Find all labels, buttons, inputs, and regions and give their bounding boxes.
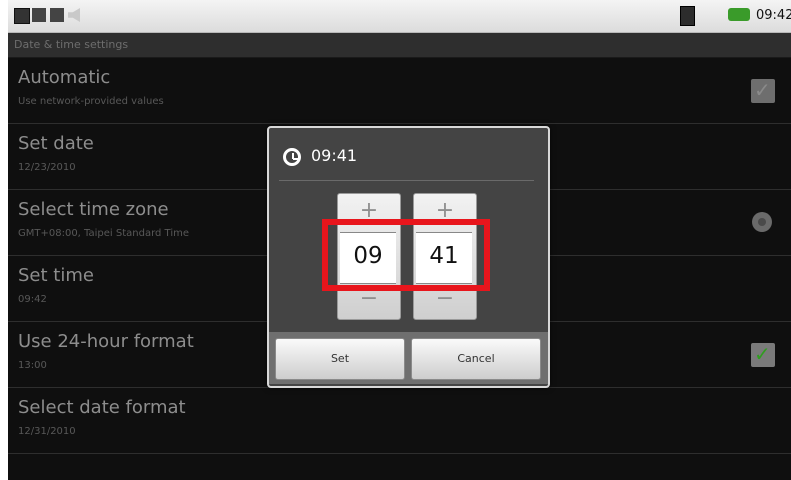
setting-title: Automatic (18, 67, 111, 88)
dialog-button-bar: Set Cancel (269, 332, 548, 384)
checkmark-icon: ✓ (754, 78, 771, 102)
highlight-box (322, 219, 490, 291)
automatic-checkbox[interactable]: ✓ (751, 78, 775, 103)
dialog-divider (279, 180, 534, 181)
notification-icon (14, 8, 30, 24)
setting-title: Select time zone (18, 199, 169, 220)
sim-icon (680, 6, 695, 26)
setting-subtitle: 09:42 (18, 294, 47, 305)
set-button[interactable]: Set (275, 338, 405, 380)
setting-title: Set date (18, 133, 94, 154)
24-hour-checkbox[interactable]: ✓ (751, 342, 775, 367)
battery-icon (728, 8, 750, 21)
usb-icon (32, 8, 46, 22)
setting-automatic[interactable]: Automatic Use network-provided values ✓ (8, 58, 791, 124)
title-bar: Date & time settings (8, 33, 791, 58)
setting-subtitle: 13:00 (18, 360, 47, 371)
checkmark-icon: ✓ (754, 342, 771, 366)
status-time: 09:42 (756, 8, 791, 23)
setting-title: Set time (18, 265, 94, 286)
setting-subtitle: 12/31/2010 (18, 426, 76, 437)
settings-screen: Date & time settings Automatic Use netwo… (8, 33, 791, 480)
status-bar: 09:42 (8, 0, 791, 33)
setting-subtitle: 12/23/2010 (18, 162, 76, 173)
setting-date-format[interactable]: Select date format 12/31/2010 (8, 388, 791, 454)
setting-subtitle: GMT+08:00, Taipei Standard Time (18, 228, 190, 239)
cancel-button[interactable]: Cancel (411, 338, 541, 380)
setting-title: Use 24-hour format (18, 331, 194, 352)
volume-icon (68, 8, 80, 22)
time-picker-dialog: 09:41 + 09 − + 41 − Set Cancel (267, 126, 550, 388)
page-title: Date & time settings (14, 38, 129, 51)
dialog-header: 09:41 (269, 128, 548, 182)
usb-debug-icon (50, 8, 64, 22)
clock-icon (283, 148, 301, 166)
setting-title: Select date format (18, 397, 186, 418)
setting-subtitle: Use network-provided values (18, 96, 164, 107)
time-zone-arrow-icon[interactable] (752, 212, 772, 232)
dialog-title: 09:41 (311, 146, 358, 165)
